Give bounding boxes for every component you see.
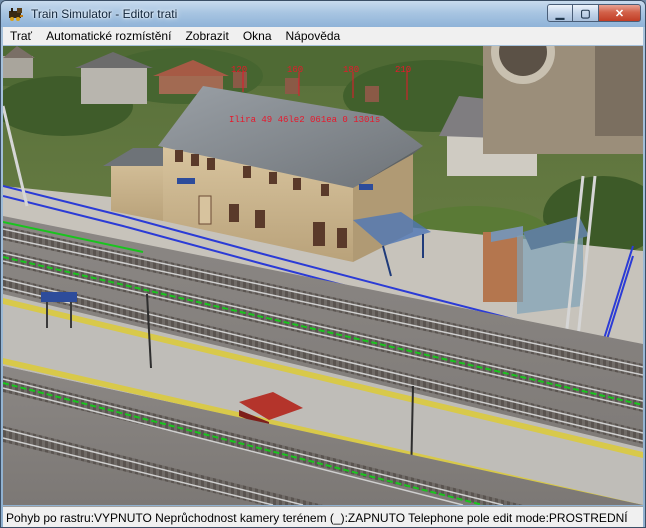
train-app-icon [9,8,23,21]
status-bar: Pohyb po rastru:VYPNUTO Neprůchodnost ka… [3,506,643,527]
menu-napoveda[interactable]: Nápověda [279,27,348,45]
menu-okna[interactable]: Okna [236,27,279,45]
title-bar[interactable]: Train Simulator - Editor trati ▁ ▢ ✕ [1,1,645,27]
close-button[interactable]: ✕ [599,4,641,22]
scene-render: 120 160 180 210 Ilira 49 46le2 061ea 0 1… [3,46,643,505]
status-text: Pohyb po rastru:VYPNUTO Neprůchodnost ka… [6,510,628,525]
distance-label: 120 [231,65,247,75]
menu-automaticke-rozmisteni[interactable]: Automatické rozmístění [39,27,178,45]
overlay-info-line: Ilira 49 46le2 061ea 0 1301s [229,115,380,125]
caption-buttons: ▁ ▢ ✕ [547,4,641,22]
window-title: Train Simulator - Editor trati [31,7,178,21]
distance-label: 210 [395,65,411,75]
distance-label: 160 [287,65,303,75]
distance-label: 180 [343,65,359,75]
maximize-button[interactable]: ▢ [573,4,599,22]
3d-scene-viewport[interactable]: 120 160 180 210 Ilira 49 46le2 061ea 0 1… [3,46,643,505]
app-window: Train Simulator - Editor trati ▁ ▢ ✕ Tra… [0,0,646,528]
menu-zobrazit[interactable]: Zobrazit [178,27,235,45]
menu-trat[interactable]: Trať [3,27,39,45]
church [483,46,643,154]
minimize-button[interactable]: ▁ [547,4,573,22]
menu-bar: Trať Automatické rozmístění Zobrazit Okn… [3,27,643,45]
